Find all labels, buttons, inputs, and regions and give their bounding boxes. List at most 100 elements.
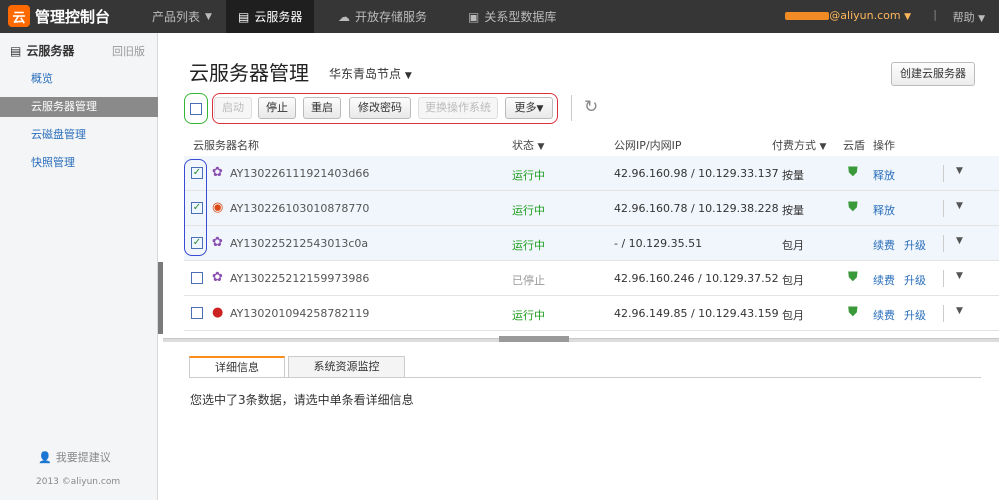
- col-status[interactable]: 状态 ▼: [512, 137, 544, 153]
- chevron-down-icon: ▼: [904, 12, 911, 22]
- row-menu-chevron-icon[interactable]: ▼: [956, 201, 963, 211]
- redhat-icon: ●: [212, 305, 224, 320]
- sidebar-item-snapshot-management[interactable]: 快照管理: [0, 153, 158, 173]
- billing-type: 按量: [782, 204, 804, 217]
- shield-icon: ⛊: [848, 200, 858, 215]
- row-checkbox[interactable]: [191, 272, 203, 284]
- divider: [943, 305, 944, 322]
- col-shield: 云盾: [843, 139, 865, 152]
- linux-icon: ✿: [212, 165, 223, 180]
- detail-message: 您选中了3条数据，请选中单条看详细信息: [190, 393, 414, 407]
- tab-details[interactable]: 详细信息: [189, 356, 285, 378]
- renew-link[interactable]: 续费: [873, 307, 895, 323]
- status-text: 运行中: [512, 309, 545, 322]
- row-menu-chevron-icon[interactable]: ▼: [956, 306, 963, 316]
- row-menu-chevron-icon[interactable]: ▼: [956, 271, 963, 281]
- shield-icon: ⛊: [848, 270, 858, 285]
- linux-icon: ✿: [212, 235, 223, 250]
- table-row[interactable]: ✓ ✿ AY130226111921403d66 运行中 42.96.160.9…: [184, 156, 999, 191]
- region-selector[interactable]: 华东青岛节点 ▼: [329, 65, 412, 82]
- nav-oss[interactable]: ☁ 开放存储服务: [326, 0, 439, 33]
- table-row[interactable]: ✓ ✿ AY130225212543013c0a 运行中 - / 10.129.…: [184, 226, 999, 261]
- restart-button[interactable]: 重启: [303, 97, 341, 119]
- user-account[interactable]: @aliyun.com ▼: [785, 9, 911, 22]
- chevron-down-icon: ▼: [404, 71, 412, 81]
- tab-underline: [189, 377, 981, 378]
- row-menu-chevron-icon[interactable]: ▼: [956, 166, 963, 176]
- suggestion-link[interactable]: 👤 我要提建议: [38, 449, 111, 465]
- refresh-icon[interactable]: ↻: [584, 97, 598, 117]
- sidebar-item-overview[interactable]: 概览: [0, 69, 158, 89]
- start-button[interactable]: 启动: [214, 97, 252, 119]
- renew-link[interactable]: 续费: [873, 237, 895, 253]
- server-name[interactable]: AY130226103010878770: [230, 202, 369, 215]
- chevron-down-icon: ▼: [536, 104, 544, 114]
- table-row[interactable]: ✓ ◉ AY130226103010878770 运行中 42.96.160.7…: [184, 191, 999, 226]
- nav-label: 产品列表: [152, 10, 201, 24]
- row-checkbox[interactable]: [191, 307, 203, 319]
- server-name[interactable]: AY130225212159973986: [230, 272, 369, 285]
- old-version-link[interactable]: 回旧版: [112, 43, 145, 59]
- chevron-down-icon: ▼: [819, 142, 827, 152]
- status-text: 已停止: [512, 274, 545, 287]
- divider: [943, 165, 944, 182]
- col-actions: 操作: [873, 139, 895, 152]
- divider: [943, 200, 944, 217]
- reset-password-button[interactable]: 修改密码: [349, 97, 411, 119]
- select-all-checkbox[interactable]: [190, 103, 202, 115]
- sidebar-item-ecs-management[interactable]: 云服务器管理: [0, 97, 158, 117]
- create-server-button[interactable]: 创建云服务器: [891, 62, 975, 86]
- console-logo[interactable]: 云 管理控制台: [8, 5, 110, 27]
- shield-icon: ⛊: [848, 165, 858, 180]
- chevron-down-icon: ▼: [978, 14, 985, 24]
- col-status-label: 状态: [512, 139, 534, 152]
- cloud-icon: ☁: [338, 9, 350, 24]
- server-icon: ▤: [238, 9, 250, 24]
- status-text: 运行中: [512, 169, 545, 182]
- billing-type: 包月: [782, 309, 804, 322]
- server-icon: ▤: [10, 43, 22, 58]
- nav-ecs[interactable]: ▤ 云服务器: [226, 0, 315, 33]
- sidebar-title: 云服务器: [26, 44, 75, 58]
- col-billing[interactable]: 付费方式 ▼: [772, 137, 826, 153]
- nav-rds[interactable]: ▣ 关系型数据库: [456, 0, 568, 33]
- main-content: 云服务器管理 华东青岛节点 ▼ 创建云服务器 启动 停止 重启 修改密码 更换操…: [163, 33, 999, 500]
- splitter-handle[interactable]: [499, 336, 569, 342]
- action-link[interactable]: 释放: [873, 167, 895, 183]
- server-name[interactable]: AY130201094258782119: [230, 307, 369, 320]
- toolbar-divider: [571, 95, 572, 121]
- more-button[interactable]: 更多▼: [505, 97, 553, 119]
- stop-button[interactable]: 停止: [258, 97, 296, 119]
- ubuntu-icon: ◉: [212, 200, 224, 215]
- server-name[interactable]: AY130226111921403d66: [230, 167, 369, 180]
- col-name: 云服务器名称: [193, 139, 259, 152]
- action-link[interactable]: 释放: [873, 202, 895, 218]
- divider: |: [933, 8, 937, 21]
- linux-icon: ✿: [212, 270, 223, 285]
- help-menu[interactable]: 帮助 ▼: [953, 9, 985, 25]
- panel-splitter[interactable]: [163, 338, 999, 342]
- table-row[interactable]: ● AY130201094258782119 运行中 42.96.149.85 …: [184, 296, 999, 331]
- nav-label: 云服务器: [254, 10, 303, 24]
- nav-product-list[interactable]: 产品列表 ▼: [140, 0, 224, 33]
- page-title: 云服务器管理: [189, 61, 309, 85]
- upgrade-link[interactable]: 升级: [904, 237, 926, 253]
- billing-type: 包月: [782, 274, 804, 287]
- help-label: 帮助: [952, 11, 975, 24]
- upgrade-link[interactable]: 升级: [904, 272, 926, 288]
- row-menu-chevron-icon[interactable]: ▼: [956, 236, 963, 246]
- database-icon: ▣: [468, 9, 480, 24]
- table-row[interactable]: ✿ AY130225212159973986 已停止 42.96.160.246…: [184, 261, 999, 296]
- ip-address: 42.96.160.78 / 10.129.38.228: [614, 202, 779, 215]
- ip-address: 42.96.149.85 / 10.129.43.159: [614, 307, 779, 320]
- renew-link[interactable]: 续费: [873, 272, 895, 288]
- sidebar-item-disk-management[interactable]: 云磁盘管理: [0, 125, 158, 145]
- upgrade-link[interactable]: 升级: [904, 307, 926, 323]
- tab-resource-monitor[interactable]: 系统资源监控: [288, 356, 405, 378]
- col-billing-label: 付费方式: [772, 139, 816, 152]
- server-name[interactable]: AY130225212543013c0a: [230, 237, 368, 250]
- console-title: 管理控制台: [35, 7, 111, 26]
- suggestion-label: 我要提建议: [55, 451, 111, 464]
- change-os-button[interactable]: 更换操作系统: [418, 97, 498, 119]
- nav-label: 开放存储服务: [355, 10, 428, 24]
